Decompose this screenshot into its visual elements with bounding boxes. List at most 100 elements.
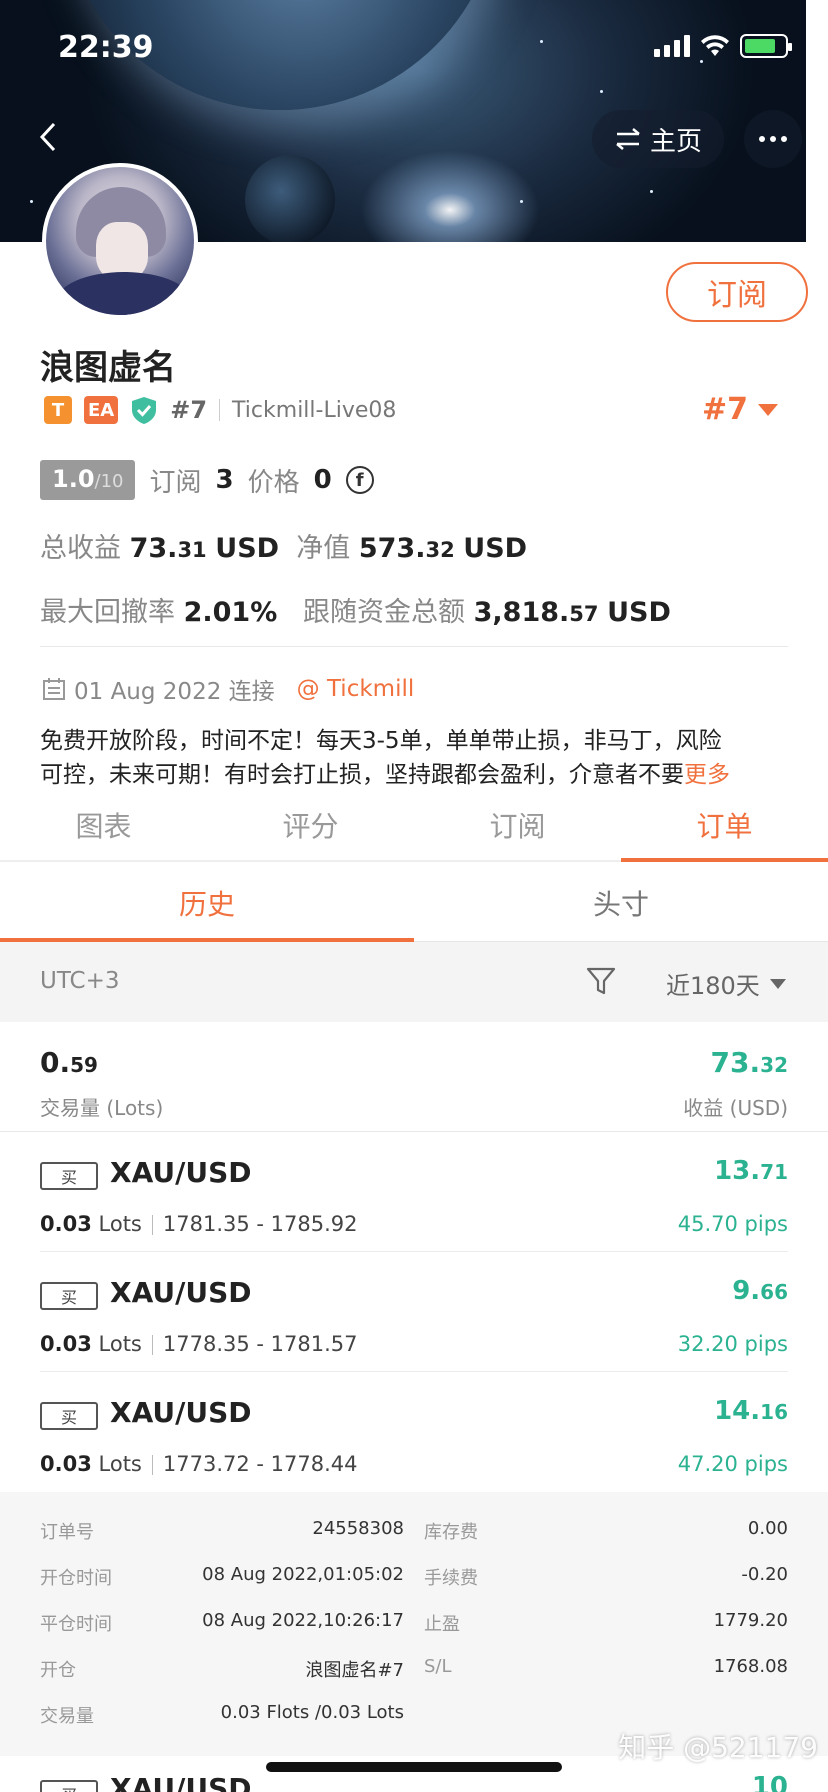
- filter-bar: UTC+3 近180天: [0, 942, 828, 1022]
- price-label: 价格: [247, 467, 300, 498]
- star: [540, 40, 543, 43]
- net-value-unit: USD: [463, 533, 528, 564]
- more-icon: [759, 136, 765, 142]
- profit-value: 73.32: [710, 1046, 788, 1079]
- order-pips: 47.20 pips: [677, 1452, 788, 1476]
- back-button[interactable]: [30, 112, 70, 162]
- order-row[interactable]: 买 XAU/USD 0.03 Lots 1781.35 - 1785.92 13.…: [40, 1132, 788, 1252]
- server-name: Tickmill-Live08: [232, 397, 397, 423]
- rank-dropdown[interactable]: #7: [702, 392, 779, 427]
- more-button[interactable]: [744, 110, 802, 168]
- description-text: 可控，未来可期！有时会打止损，坚持跟都会盈利，介意者不要: [40, 762, 684, 788]
- order-profit: 14.16: [714, 1396, 788, 1426]
- calendar-icon: [43, 678, 65, 700]
- status-icons: [654, 34, 792, 58]
- strategy-description: 免费开放阶段，时间不定！每天3-5单，单单带止损，非马丁，风险 可控，未来可期！…: [40, 724, 790, 792]
- watermark: 知乎 @521179: [618, 1731, 818, 1764]
- order-row[interactable]: 买 XAU/USD 0.03 Lots 1778.35 - 1781.57 9.6…: [40, 1252, 788, 1372]
- order-pips: 45.70 pips: [677, 1212, 788, 1236]
- follow-funds-label: 跟随资金总额: [303, 597, 466, 628]
- light-flare-graphic: [360, 150, 540, 242]
- order-lots: 0.03 Lots 1773.72 - 1778.44: [40, 1452, 358, 1476]
- cellular-signal-icon: [654, 35, 690, 57]
- detail-row: 平仓时间 08 Aug 2022,10:26:17 止盈 1779.20: [40, 1610, 788, 1635]
- follow-funds-dec: 57: [569, 602, 599, 626]
- moon-graphic: [245, 155, 335, 242]
- net-value-int: 573.: [358, 533, 426, 564]
- net-value-dec: 32: [425, 538, 455, 562]
- subtab-history[interactable]: 历史: [0, 864, 414, 942]
- volume-value: 0.59: [40, 1046, 98, 1079]
- tab-chart[interactable]: 图表: [0, 790, 207, 860]
- home-indicator: [266, 1762, 562, 1772]
- order-subtabs: 历史 头寸: [0, 864, 828, 942]
- tab-subscribe[interactable]: 订阅: [414, 790, 621, 860]
- subscribe-count: 3: [215, 465, 234, 495]
- home-button-label: 主页: [649, 126, 702, 157]
- order-row[interactable]: 买 XAU/USD 0.03 Lots 1773.72 - 1778.44 14.…: [40, 1372, 788, 1492]
- tab-orders[interactable]: 订单: [621, 790, 828, 862]
- subscribe-button[interactable]: 订阅: [666, 262, 808, 322]
- description-line-2: 可控，未来可期！有时会打止损，坚持跟都会盈利，介意者不要更多: [40, 758, 790, 792]
- status-time: 22:39: [58, 30, 154, 65]
- price-value: 0: [313, 465, 332, 495]
- tag-ea-badge: EA: [84, 396, 119, 424]
- rank-label: #7: [170, 396, 208, 424]
- order-symbol: XAU/USD: [110, 1396, 252, 1429]
- broker-link[interactable]: @ Tickmill: [297, 676, 415, 702]
- date-range-dropdown[interactable]: 近180天: [666, 966, 786, 1001]
- tab-rating[interactable]: 评分: [207, 790, 414, 860]
- side-badge: 买: [40, 1282, 98, 1310]
- swap-icon: [616, 128, 640, 150]
- detail-row: 开仓时间 08 Aug 2022,01:05:02 手续费 -0.20: [40, 1564, 788, 1589]
- max-drawdown-value: 2.01%: [183, 597, 278, 628]
- order-lots: 0.03 Lots 1781.35 - 1785.92: [40, 1212, 358, 1236]
- subtab-positions[interactable]: 头寸: [414, 864, 828, 941]
- order-symbol: XAU/USD: [110, 1156, 252, 1189]
- history-summary: 0.59 交易量 (Lots) 73.32 收益 (USD): [0, 1022, 828, 1132]
- star: [700, 60, 703, 63]
- follow-funds-unit: USD: [607, 597, 671, 628]
- max-drawdown-label: 最大回撤率: [40, 597, 175, 628]
- volume-label: 交易量 (Lots): [40, 1096, 164, 1120]
- drawdown-row: 最大回撤率 2.01% 跟随资金总额 3,818.57 USD: [40, 590, 671, 629]
- side-badge: 买: [40, 1780, 98, 1792]
- star: [520, 200, 523, 203]
- battery-icon: [740, 34, 792, 58]
- detail-row: 开仓 浪图虚名#7 S/L 1768.08: [40, 1656, 788, 1681]
- order-profit: 10: [751, 1772, 788, 1792]
- avatar[interactable]: [42, 163, 198, 319]
- filter-icon[interactable]: [586, 966, 616, 996]
- home-button[interactable]: 主页: [592, 110, 724, 168]
- trader-name: 浪图虚名: [40, 348, 176, 388]
- total-profit-unit: USD: [215, 533, 280, 564]
- total-profit-label: 总收益: [40, 533, 121, 564]
- order-pips: 32.20 pips: [677, 1332, 788, 1356]
- score-value: 1.0: [52, 465, 95, 493]
- more-link[interactable]: 更多: [684, 762, 730, 788]
- profit-label: 收益 (USD): [683, 1096, 788, 1120]
- order-profit: 9.66: [732, 1276, 788, 1306]
- side-badge: 买: [40, 1162, 98, 1190]
- chevron-down-icon: [769, 978, 786, 989]
- order-detail-panel: 订单号 24558308 库存费 0.00 开仓时间 08 Aug 2022,01:0…: [0, 1492, 828, 1756]
- order-symbol: XAU/USD: [110, 1276, 252, 1309]
- net-value-label: 净值: [296, 533, 351, 564]
- trader-tags: T EA #7 Tickmill-Live08: [44, 394, 396, 426]
- order-lots: 0.03 Lots 1778.35 - 1781.57: [40, 1332, 358, 1356]
- timezone-label: UTC+3: [40, 968, 120, 994]
- order-row-partial[interactable]: 买 XAU/USD 10: [40, 1770, 788, 1792]
- star: [650, 190, 653, 193]
- divider: [219, 399, 221, 421]
- section-divider: [40, 646, 788, 647]
- order-profit: 13.71: [714, 1156, 788, 1186]
- detail-row: 订单号 24558308 库存费 0.00: [40, 1518, 788, 1543]
- main-tabs: 图表 评分 订阅 订单: [0, 790, 828, 862]
- score-max: /10: [94, 471, 124, 492]
- tag-t-badge: T: [44, 396, 72, 424]
- connect-info: 01 Aug 2022 连接 @ Tickmill: [42, 672, 414, 706]
- banner-edge: [806, 0, 828, 242]
- dropdown-triangle-icon: [758, 403, 779, 416]
- coin-icon: f: [345, 466, 374, 494]
- star: [600, 90, 603, 93]
